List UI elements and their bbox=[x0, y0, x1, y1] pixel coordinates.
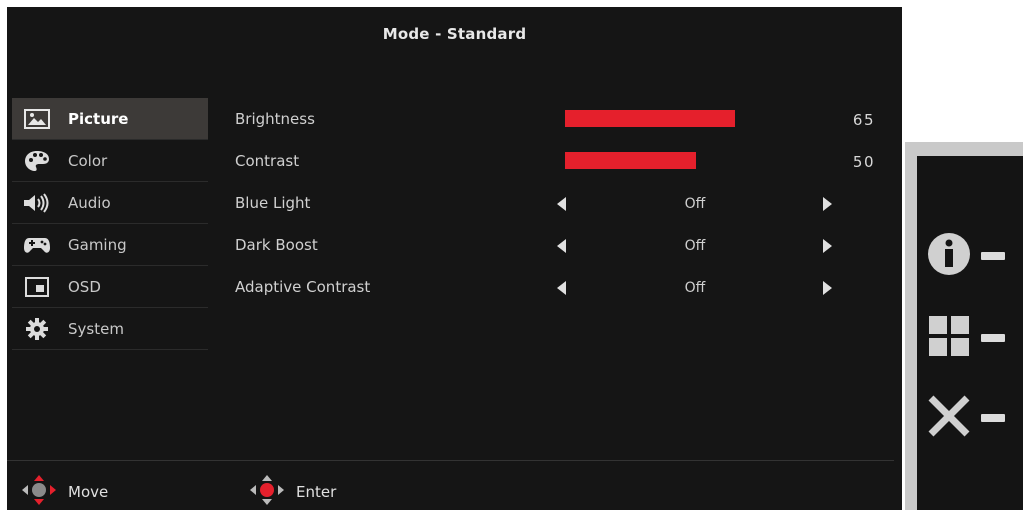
info-icon bbox=[927, 232, 971, 280]
grid-menu-icon bbox=[927, 314, 971, 362]
arrow-right-icon[interactable] bbox=[823, 281, 832, 295]
sidebar-item-gaming[interactable]: Gaming bbox=[12, 224, 208, 266]
dash-indicator bbox=[981, 334, 1005, 342]
close-icon bbox=[927, 394, 971, 442]
brightness-row[interactable]: Brightness 65 bbox=[235, 99, 895, 141]
blue-light-label: Blue Light bbox=[235, 194, 311, 212]
picture-icon bbox=[22, 107, 52, 131]
arrow-left-icon[interactable] bbox=[557, 197, 566, 211]
arrow-left-icon[interactable] bbox=[557, 281, 566, 295]
info-key[interactable] bbox=[927, 232, 1005, 280]
contrast-label: Contrast bbox=[235, 152, 300, 170]
dash-indicator bbox=[981, 252, 1005, 260]
sidebar-item-label: Picture bbox=[68, 109, 129, 128]
contrast-slider[interactable] bbox=[565, 152, 696, 169]
arrow-right-icon[interactable] bbox=[823, 239, 832, 253]
move-dpad-icon bbox=[22, 475, 56, 509]
sidebar-item-color[interactable]: Color bbox=[12, 140, 208, 182]
enter-dpad-icon bbox=[250, 475, 284, 509]
sidebar-item-osd[interactable]: OSD bbox=[12, 266, 208, 308]
dark-boost-row[interactable]: Dark Boost Off bbox=[235, 225, 895, 267]
palette-icon bbox=[22, 149, 52, 173]
arrow-left-icon[interactable] bbox=[557, 239, 566, 253]
contrast-value: 50 bbox=[852, 153, 875, 171]
sidebar-item-audio[interactable]: Audio bbox=[12, 182, 208, 224]
adaptive-contrast-value: Off bbox=[684, 280, 706, 296]
brightness-value: 65 bbox=[852, 111, 875, 129]
adaptive-contrast-label: Adaptive Contrast bbox=[235, 278, 371, 296]
brightness-label: Brightness bbox=[235, 110, 315, 128]
menu-key[interactable] bbox=[927, 314, 1005, 362]
dash-indicator bbox=[981, 414, 1005, 422]
sidebar-item-picture[interactable]: Picture bbox=[12, 98, 208, 140]
sidebar-item-label: Color bbox=[68, 151, 108, 170]
move-hint: Move bbox=[22, 475, 108, 509]
move-label: Move bbox=[68, 483, 109, 501]
hotkey-panel bbox=[905, 142, 1023, 510]
contrast-row[interactable]: Contrast 50 bbox=[235, 141, 895, 183]
dark-boost-value: Off bbox=[684, 238, 706, 254]
mode-title: Mode - Standard bbox=[382, 25, 527, 43]
blue-light-value: Off bbox=[684, 196, 706, 212]
sidebar-item-label: Gaming bbox=[68, 235, 127, 254]
hotkey-strip bbox=[917, 156, 1023, 510]
gamepad-icon bbox=[22, 233, 52, 257]
dark-boost-label: Dark Boost bbox=[235, 236, 318, 254]
picture-settings: Brightness 65 Contrast 50 Blue Light Off… bbox=[235, 99, 895, 309]
enter-hint: Enter bbox=[250, 475, 336, 509]
footer-hints: Move Enter bbox=[22, 475, 622, 505]
adaptive-contrast-row[interactable]: Adaptive Contrast Off bbox=[235, 267, 895, 309]
gear-icon bbox=[22, 317, 52, 341]
footer-divider bbox=[7, 460, 894, 461]
sidebar-item-label: Audio bbox=[68, 193, 111, 212]
sidebar-item-label: System bbox=[68, 319, 124, 338]
blue-light-row[interactable]: Blue Light Off bbox=[235, 183, 895, 225]
enter-label: Enter bbox=[296, 483, 337, 501]
osd-menu: Mode - Standard Picture Color Audio Gami… bbox=[7, 7, 902, 510]
speaker-icon bbox=[22, 191, 52, 215]
sidebar: Picture Color Audio Gaming OSD System bbox=[12, 98, 208, 350]
sidebar-item-label: OSD bbox=[68, 277, 101, 296]
close-key[interactable] bbox=[927, 394, 1005, 442]
brightness-slider[interactable] bbox=[565, 110, 735, 127]
arrow-right-icon[interactable] bbox=[823, 197, 832, 211]
osd-window-icon bbox=[22, 275, 52, 299]
sidebar-item-system[interactable]: System bbox=[12, 308, 208, 350]
